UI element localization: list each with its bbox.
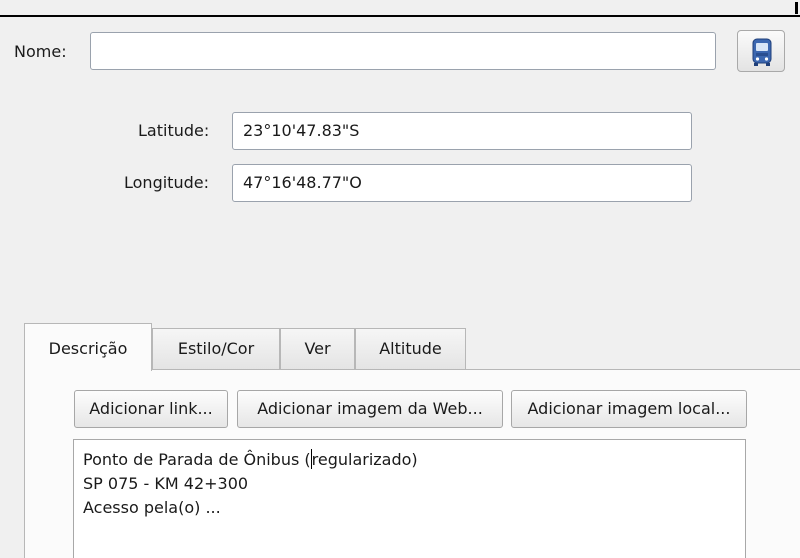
description-line-2: SP 075 - KM 42+300	[83, 474, 249, 493]
longitude-label: Longitude:	[124, 173, 209, 192]
add-local-image-button[interactable]: Adicionar imagem local...	[511, 390, 747, 428]
tab-estilo-cor[interactable]: Estilo/Cor	[152, 328, 280, 370]
tab-bar: Descrição Estilo/Cor Ver Altitude	[24, 323, 484, 371]
description-line-1: Ponto de Parada de Ônibus (regularizado)	[83, 448, 736, 472]
tab-ver[interactable]: Ver	[280, 328, 355, 370]
description-line-1-start: Ponto de Parada de Ônibus (	[83, 450, 311, 469]
window-top-edge	[0, 0, 800, 18]
add-link-button[interactable]: Adicionar link...	[74, 390, 228, 428]
bus-icon	[752, 38, 772, 66]
tab-descricao[interactable]: Descrição	[24, 323, 152, 371]
latitude-input[interactable]: 23°10'47.83"S	[232, 112, 692, 150]
description-line-3: Acesso pela(o) ...	[83, 498, 221, 517]
placemark-icon-button[interactable]	[737, 30, 785, 72]
description-textarea[interactable]: Ponto de Parada de Ônibus (regularizado)…	[73, 439, 746, 558]
name-label: Nome:	[14, 42, 67, 61]
description-line-1-end: regularizado)	[311, 450, 418, 469]
tab-altitude[interactable]: Altitude	[355, 328, 466, 370]
latitude-label: Latitude:	[138, 121, 210, 140]
add-web-image-button[interactable]: Adicionar imagem da Web...	[237, 390, 503, 428]
name-input[interactable]	[90, 32, 716, 70]
longitude-input[interactable]: 47°16'48.77"O	[232, 164, 692, 202]
window-corner-mark	[795, 2, 798, 14]
